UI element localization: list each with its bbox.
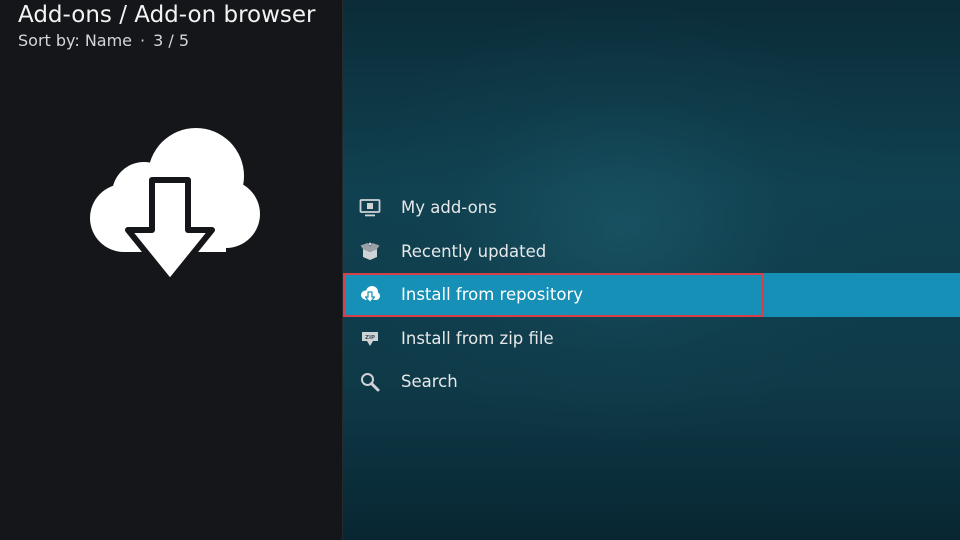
menu-item-my-addons[interactable]: My add-ons [343, 186, 960, 230]
menu-item-install-from-zip[interactable]: ZIP Install from zip file [343, 317, 960, 361]
addon-menu: My add-ons Recently updated Install from… [343, 186, 960, 404]
sort-label: Sort by: Name [18, 31, 133, 50]
menu-item-recently-updated[interactable]: Recently updated [343, 230, 960, 274]
page-title: Add-ons / Add-on browser [18, 2, 316, 28]
addon-browser-screen: Add-ons / Add-on browser Sort by: Name · 3… [0, 0, 960, 540]
monitor-box-icon [359, 197, 381, 219]
cloud-download-icon [90, 128, 260, 285]
menu-item-label: Install from repository [401, 285, 583, 305]
menu-item-label: Install from zip file [401, 328, 554, 348]
search-icon [359, 371, 381, 393]
separator-dot: · [140, 31, 146, 50]
cloud-download-icon [359, 284, 381, 306]
menu-item-install-from-repository[interactable]: Install from repository [343, 273, 960, 317]
item-position: 3 / 5 [153, 31, 190, 50]
menu-item-search[interactable]: Search [343, 360, 960, 404]
svg-text:ZIP: ZIP [365, 335, 375, 341]
header-subtitle: Sort by: Name · 3 / 5 [18, 31, 189, 50]
menu-item-label: My add-ons [401, 198, 497, 218]
menu-item-label: Search [401, 372, 458, 392]
open-box-icon [359, 240, 381, 262]
zip-box-icon: ZIP [359, 327, 381, 349]
menu-item-label: Recently updated [401, 241, 547, 261]
